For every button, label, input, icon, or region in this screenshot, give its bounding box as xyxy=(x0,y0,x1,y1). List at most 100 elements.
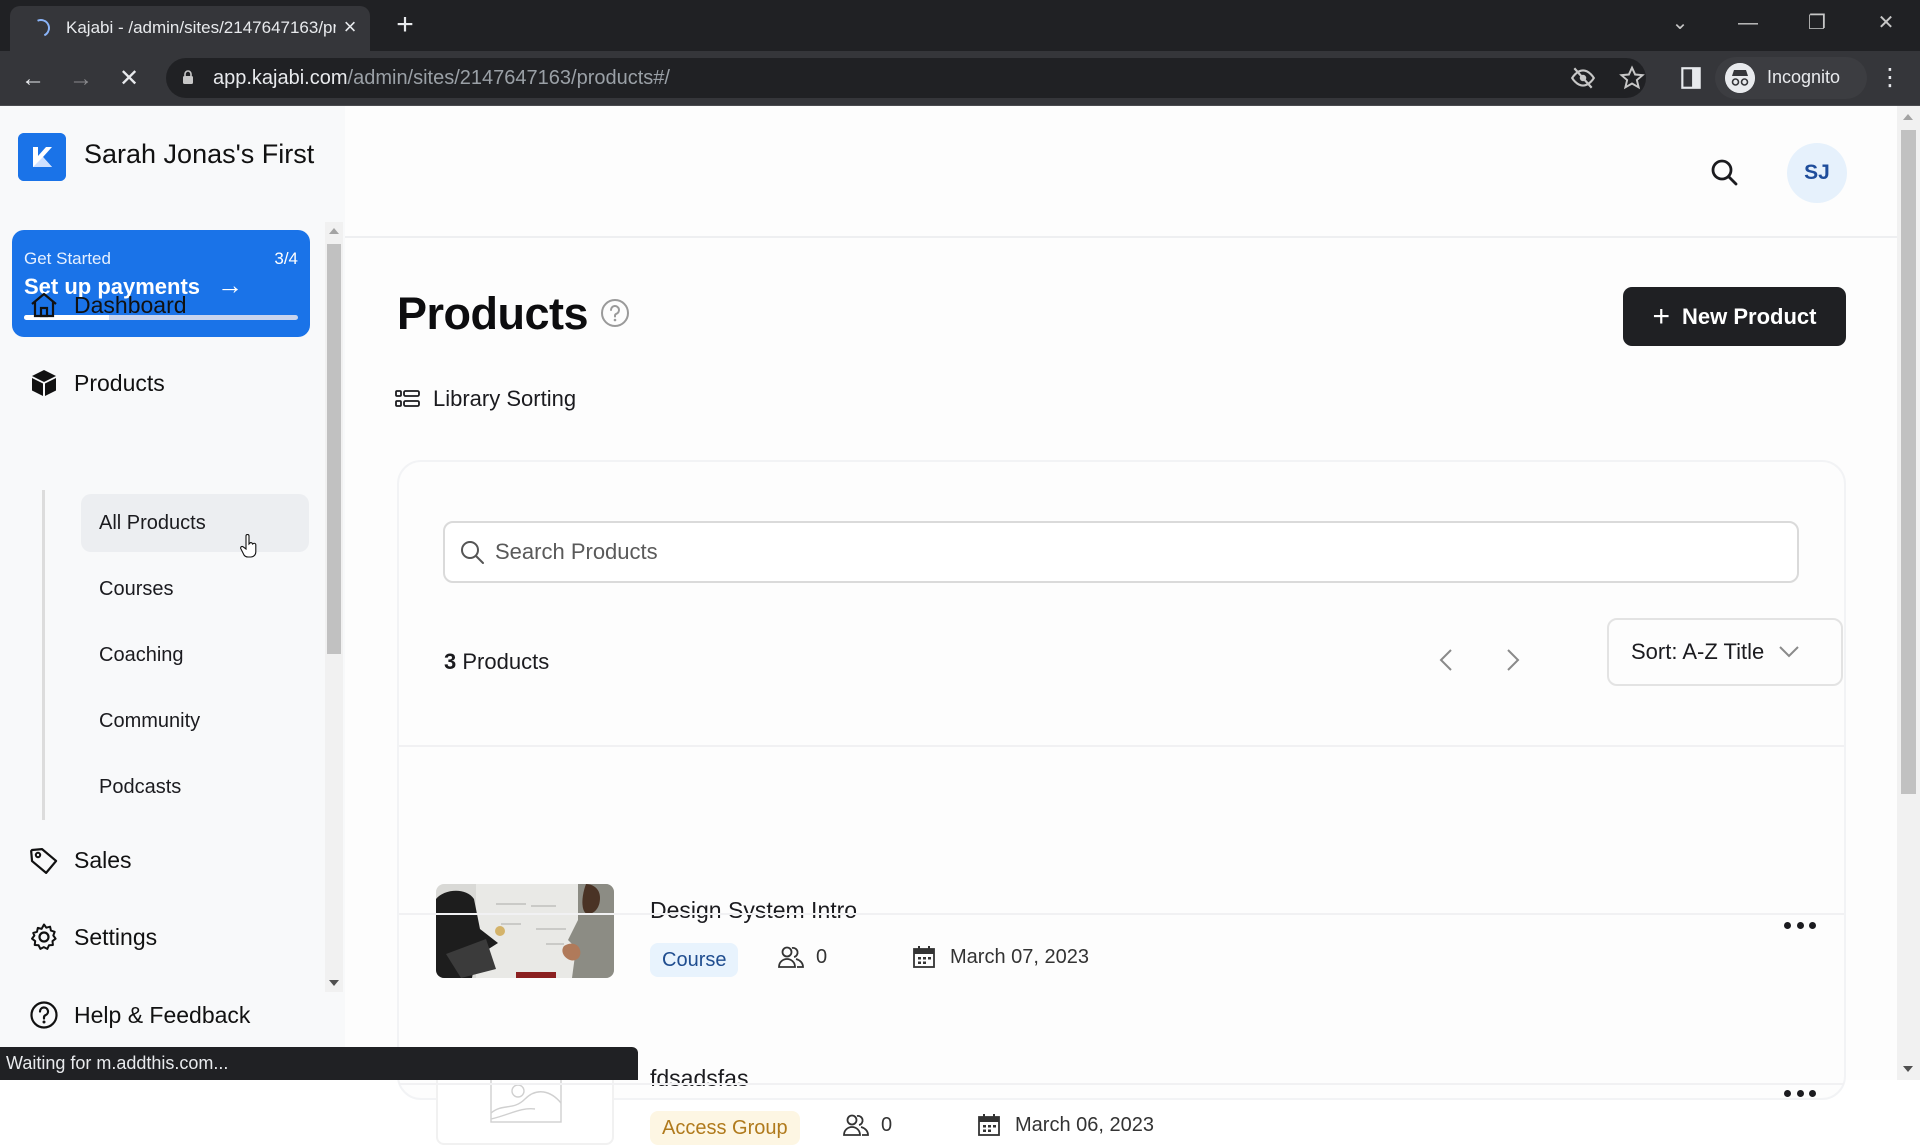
eye-slash-icon[interactable] xyxy=(1570,65,1596,91)
sidebar-subitem-label: Podcasts xyxy=(99,776,182,798)
new-tab-button[interactable]: + xyxy=(390,10,420,40)
sidebar-item-label: Products xyxy=(74,369,165,396)
image-placeholder-icon xyxy=(490,1073,562,1123)
side-panel-icon[interactable] xyxy=(1678,65,1704,91)
arrow-right-icon: → xyxy=(217,270,243,300)
library-sorting-label: Library Sorting xyxy=(433,386,577,411)
divider xyxy=(399,1083,1844,1085)
sidebar-item-label: Help & Feedback xyxy=(74,1001,251,1028)
bookmark-star-icon[interactable] xyxy=(1619,65,1645,91)
page-scrollbar-thumb[interactable] xyxy=(1901,130,1916,794)
products-card: 3 Products Sort: A-Z Title Design Syst xyxy=(397,460,1846,1145)
incognito-label: Incognito xyxy=(1767,67,1841,87)
get-started-label: Get Started xyxy=(24,249,111,268)
more-options-icon[interactable] xyxy=(1784,1083,1816,1103)
url-host: app.kajabi.com xyxy=(213,67,348,89)
url-path: /admin/sites/2147647163/products#/ xyxy=(347,67,670,89)
sidebar-subitem-label: All Products xyxy=(99,512,206,534)
product-name[interactable]: fdsadsfas xyxy=(650,1065,748,1092)
gear-icon xyxy=(31,923,57,950)
sidebar-subitem-courses[interactable]: Courses xyxy=(81,560,309,618)
sidebar-subitem-community[interactable]: Community xyxy=(81,692,309,750)
chevron-down-icon xyxy=(1779,646,1799,658)
sidebar-item-dashboard[interactable]: Dashboard xyxy=(28,285,187,325)
scroll-down-arrow-icon[interactable] xyxy=(329,980,339,986)
calendar-icon xyxy=(978,1114,1000,1136)
browser-tab-active[interactable]: Kajabi - /admin/sites/2147647163/product… xyxy=(10,6,370,51)
list-icon xyxy=(395,390,420,407)
user-avatar[interactable]: SJ xyxy=(1787,143,1847,203)
sidebar-subitem-label: Community xyxy=(99,710,201,732)
incognito-profile-button[interactable]: Incognito xyxy=(1715,57,1867,99)
product-row[interactable]: Design System Intro Course 0 March 07, 2… xyxy=(399,747,1844,978)
chevron-left-icon[interactable] xyxy=(1432,644,1462,676)
sidebar-item-label: Settings xyxy=(74,923,158,950)
tag-icon xyxy=(30,848,58,874)
search-products-input[interactable] xyxy=(495,535,1775,569)
browser-toolbar: ← → ✕ app.kajabi.com/admin/sites/2147647… xyxy=(0,51,1920,106)
help-circle-icon[interactable] xyxy=(600,298,630,328)
product-type-badge: Access Group xyxy=(650,1111,800,1145)
home-icon xyxy=(31,292,57,318)
page-title: Products xyxy=(397,288,589,339)
tab-close-icon[interactable]: × xyxy=(338,15,362,39)
sidebar-item-help-feedback[interactable]: Help & Feedback xyxy=(28,995,250,1035)
get-started-step-count: 3/4 xyxy=(274,249,298,268)
member-count: 0 xyxy=(843,1113,892,1137)
sort-label: Sort: A-Z Title xyxy=(1631,639,1765,664)
scroll-up-arrow-icon[interactable] xyxy=(329,228,339,234)
product-count-number: 3 xyxy=(444,649,457,674)
loading-spinner-icon xyxy=(29,16,53,40)
sidebar-item-label: Sales xyxy=(74,846,132,873)
new-product-button[interactable]: + New Product xyxy=(1623,287,1846,346)
submenu-indent-line xyxy=(42,490,45,820)
scroll-up-arrow-icon[interactable] xyxy=(1903,114,1913,120)
kajabi-logo-icon[interactable] xyxy=(18,133,66,181)
forward-button[interactable]: → xyxy=(64,62,98,96)
sidebar-scrollbar[interactable] xyxy=(325,222,343,992)
search-icon[interactable] xyxy=(1709,157,1739,187)
sidebar-item-settings[interactable]: Settings xyxy=(28,917,157,957)
plus-icon: + xyxy=(1652,299,1671,333)
top-header: SJ xyxy=(345,106,1897,238)
sidebar-scrollbar-thumb[interactable] xyxy=(327,244,341,654)
stop-loading-button[interactable]: ✕ xyxy=(112,62,146,96)
site-name[interactable]: Sarah Jonas's First xyxy=(84,139,314,170)
tab-search-icon[interactable]: ⌄ xyxy=(1660,8,1700,38)
help-circle-icon xyxy=(30,1001,58,1029)
page-scrollbar[interactable] xyxy=(1897,106,1920,1080)
member-count-value: 0 xyxy=(881,1113,893,1136)
sidebar-subitem-coaching[interactable]: Coaching xyxy=(81,626,309,684)
window-close-button[interactable]: ✕ xyxy=(1866,8,1906,38)
url-text: app.kajabi.com/admin/sites/2147647163/pr… xyxy=(213,67,670,90)
lock-icon xyxy=(183,70,193,84)
browser-status-bar: Waiting for m.addthis.com... xyxy=(0,1047,638,1080)
sort-dropdown[interactable]: Sort: A-Z Title xyxy=(1607,618,1843,686)
search-products-field[interactable] xyxy=(443,521,1799,583)
hand-cursor-icon xyxy=(240,534,257,558)
sidebar-subitem-all-products[interactable]: All Products xyxy=(81,494,309,552)
incognito-icon xyxy=(1725,63,1755,93)
created-date-value: March 06, 2023 xyxy=(1015,1113,1154,1136)
search-icon xyxy=(461,541,484,564)
sidebar-item-products[interactable]: Products xyxy=(28,363,165,403)
sidebar-subitem-podcasts[interactable]: Podcasts xyxy=(81,758,309,816)
back-button[interactable]: ← xyxy=(16,62,50,96)
restore-button[interactable]: ❐ xyxy=(1797,8,1837,38)
sidebar-subitem-label: Coaching xyxy=(99,644,184,666)
product-count-label: Products xyxy=(462,649,550,674)
new-product-label: New Product xyxy=(1682,303,1817,329)
minimize-button[interactable]: — xyxy=(1728,8,1768,38)
sidebar-item-sales[interactable]: Sales xyxy=(28,840,132,880)
main-content: SJ Products + New Product Library Sortin… xyxy=(345,106,1897,1145)
users-icon xyxy=(843,1114,869,1136)
address-bar[interactable]: app.kajabi.com/admin/sites/2147647163/pr… xyxy=(166,58,1646,98)
browser-menu-icon[interactable]: ⋮ xyxy=(1878,63,1902,93)
sidebar-item-label: Dashboard xyxy=(74,291,187,318)
scroll-down-arrow-icon[interactable] xyxy=(1903,1066,1913,1072)
library-sorting-link[interactable]: Library Sorting xyxy=(395,384,576,414)
box-icon xyxy=(32,370,56,396)
chevron-right-icon[interactable] xyxy=(1497,644,1527,676)
product-count: 3 Products xyxy=(444,649,549,675)
sidebar: Sarah Jonas's First Get Started 3/4 Set … xyxy=(0,106,345,1080)
